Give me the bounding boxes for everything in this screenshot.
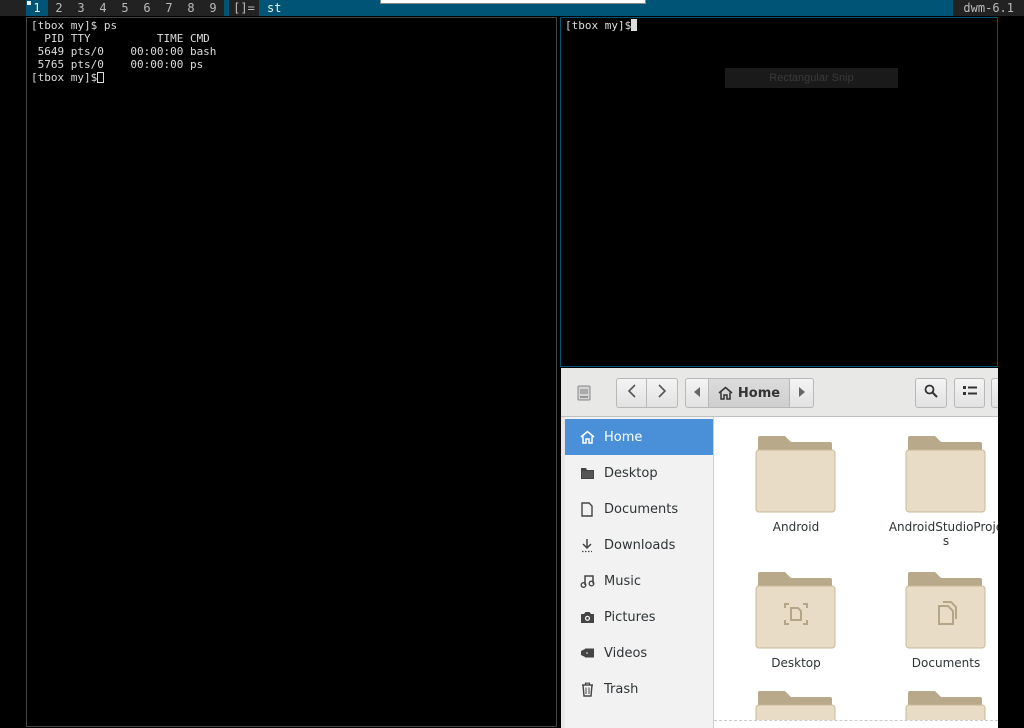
sidebar-item-downloads[interactable]: Downloads xyxy=(565,527,713,563)
terminal-prompt-line: [tbox my]$ xyxy=(565,19,993,32)
camera-icon xyxy=(579,609,595,625)
dwm-bar: 1 2 3 4 5 6 7 8 9 []= st dwm-6.1 xyxy=(0,0,1024,16)
terminal-cursor xyxy=(97,72,105,83)
sidebar-item-label: Downloads xyxy=(604,537,676,553)
file-manager-window: Home Home Desktop Documents Downloads Mu… xyxy=(561,368,998,728)
tag-5[interactable]: 5 xyxy=(114,0,136,16)
triangle-right-icon xyxy=(798,386,805,401)
tag-2[interactable]: 2 xyxy=(48,0,70,16)
path-home-button[interactable]: Home xyxy=(709,378,790,408)
rectangular-snip-overlay: Rectangular Snip xyxy=(725,68,898,88)
download-icon xyxy=(579,537,595,553)
home-icon xyxy=(718,386,733,400)
sidebar-item-label: Home xyxy=(604,429,643,445)
tag-8[interactable]: 8 xyxy=(180,0,202,16)
tag-7[interactable]: 7 xyxy=(158,0,180,16)
forward-button[interactable] xyxy=(647,378,678,408)
chevron-right-icon xyxy=(657,384,667,402)
folder-label: Desktop xyxy=(771,656,821,670)
file-manager-header: Home xyxy=(561,368,998,417)
terminal-line: [tbox my]$ ps xyxy=(31,19,118,32)
sidebar-item-label: Documents xyxy=(604,501,679,517)
sidebar-item-pictures[interactable]: Pictures xyxy=(565,599,713,635)
folder-icon xyxy=(755,434,837,520)
folder-item[interactable]: AndroidStudioProje s xyxy=(871,417,998,553)
desktop-folder-icon xyxy=(755,570,837,656)
home-icon xyxy=(579,429,595,445)
document-icon xyxy=(579,501,595,517)
video-icon xyxy=(579,645,595,661)
sidebar-item-documents[interactable]: Documents xyxy=(565,491,713,527)
path-home-label: Home xyxy=(737,385,781,401)
chevron-left-icon xyxy=(627,384,637,402)
folder-item[interactable]: Android xyxy=(721,417,871,553)
sidebar-item-trash[interactable]: Trash xyxy=(565,671,713,707)
back-button[interactable] xyxy=(616,378,647,408)
sidebar-item-videos[interactable]: Videos xyxy=(565,635,713,671)
window-title: st xyxy=(267,1,282,15)
drive-icon[interactable] xyxy=(575,384,593,402)
view-bottom-edge xyxy=(714,720,998,728)
search-icon xyxy=(924,384,938,402)
terminal-prompt: [tbox my]$ xyxy=(31,71,98,84)
folder-label: Android xyxy=(772,520,820,534)
view-options-button[interactable] xyxy=(954,378,985,408)
terminal-left[interactable]: [tbox my]$ ps PID TTY TIME CMD 5649 pts/… xyxy=(26,17,557,727)
triangle-left-icon xyxy=(694,386,700,401)
bar-left-pad xyxy=(0,0,26,16)
tag-4[interactable]: 4 xyxy=(92,0,114,16)
search-button[interactable] xyxy=(915,378,947,408)
trash-icon xyxy=(579,681,595,697)
folder-item[interactable]: Documents xyxy=(871,553,998,689)
tag-3[interactable]: 3 xyxy=(70,0,92,16)
sidebar-item-label: Music xyxy=(604,573,641,589)
folder-label: Documents xyxy=(911,656,981,670)
desktop-icon xyxy=(579,465,595,481)
path-scroll-right-button[interactable] xyxy=(790,378,814,408)
sidebar-item-label: Videos xyxy=(604,645,648,661)
tag-9[interactable]: 9 xyxy=(202,0,224,16)
terminal-prompt-line: [tbox my]$ xyxy=(31,71,552,84)
status-text: dwm-6.1 xyxy=(953,0,1024,16)
sidebar-item-label: Pictures xyxy=(604,609,656,625)
terminal-line: 5765 pts/0 00:00:00 ps xyxy=(31,58,204,71)
sidebar-item-label: Desktop xyxy=(604,465,658,481)
folder-label-continued: s xyxy=(942,534,950,548)
terminal-prompt: [tbox my]$ xyxy=(565,19,632,32)
documents-folder-icon xyxy=(905,570,987,656)
snip-selection-box xyxy=(380,0,646,4)
tag-1[interactable]: 1 xyxy=(26,0,48,16)
music-icon xyxy=(579,573,595,589)
folder-icon xyxy=(905,434,987,520)
terminal-cursor xyxy=(631,19,638,31)
tag-occupied-indicator xyxy=(27,1,31,5)
folder-item[interactable]: Desktop xyxy=(721,553,871,689)
menu-button[interactable] xyxy=(991,378,998,408)
sidebar-item-label: Trash xyxy=(604,681,639,697)
sidebar-item-home[interactable]: Home xyxy=(565,419,713,455)
sidebar-item-music[interactable]: Music xyxy=(565,563,713,599)
layout-indicator[interactable]: []= xyxy=(229,0,259,16)
path-scroll-left-button[interactable] xyxy=(685,378,709,408)
file-icon-view: Android AndroidStudioProje s Desktop Doc… xyxy=(714,417,998,728)
list-view-icon xyxy=(962,385,977,401)
places-sidebar: Home Desktop Documents Downloads Music P… xyxy=(565,417,714,728)
sidebar-item-desktop[interactable]: Desktop xyxy=(565,455,713,491)
terminal-line: PID TTY TIME CMD xyxy=(31,32,210,45)
tag-6[interactable]: 6 xyxy=(136,0,158,16)
terminal-line: 5649 pts/0 00:00:00 bash xyxy=(31,45,217,58)
folder-label: AndroidStudioProje xyxy=(888,520,998,534)
